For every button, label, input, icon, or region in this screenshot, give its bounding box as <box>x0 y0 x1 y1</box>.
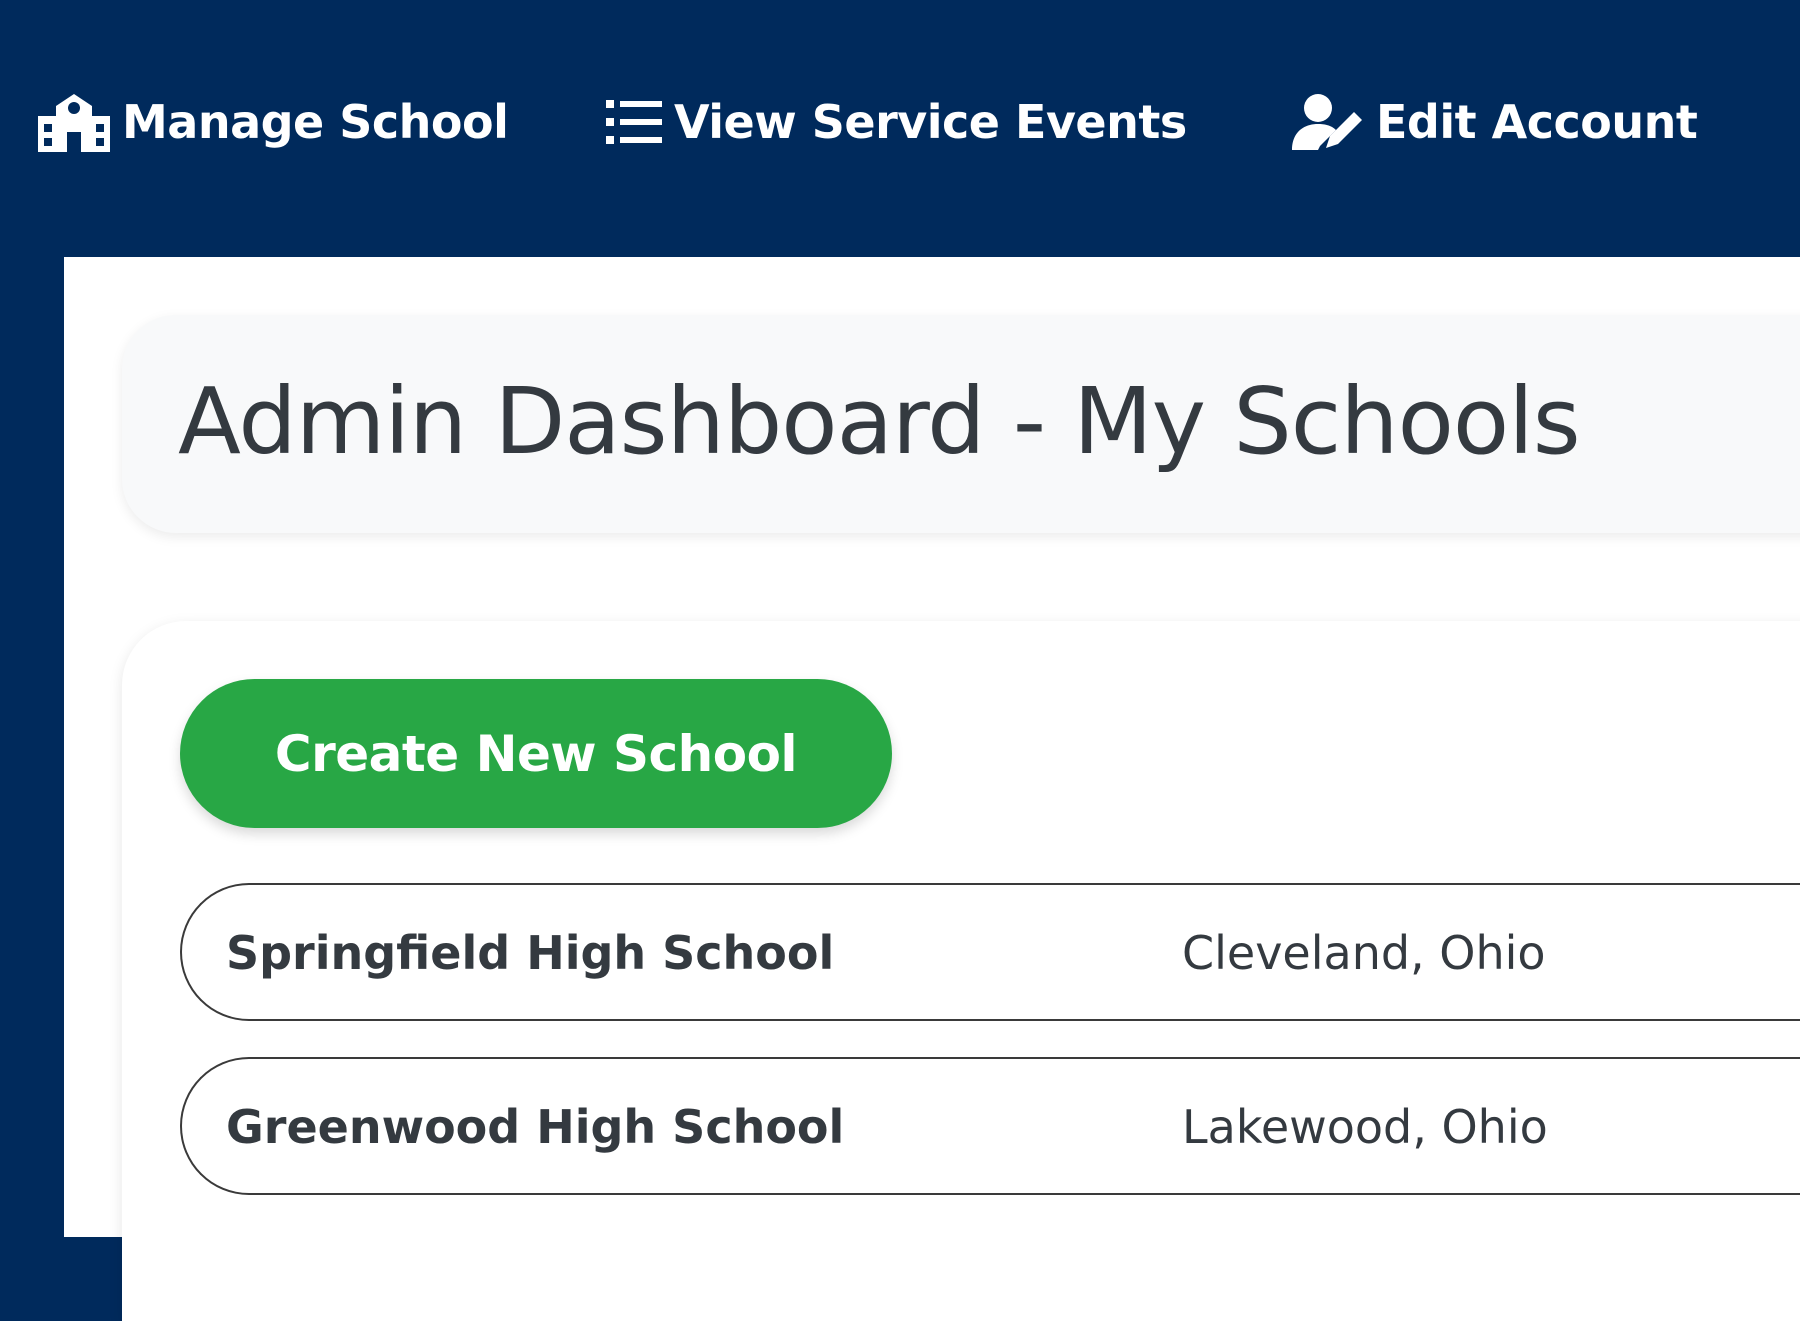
school-location: Lakewood, Ohio <box>1182 1100 1548 1154</box>
nav-edit-account-label: Edit Account <box>1376 95 1698 149</box>
page-title: Admin Dashboard - My Schools <box>178 368 1581 475</box>
schools-card: Create New School Springfield High Schoo… <box>122 621 1800 1321</box>
nav-manage-school[interactable]: Manage School <box>36 90 509 154</box>
school-icon <box>36 92 112 152</box>
create-new-school-button[interactable]: Create New School <box>180 679 892 828</box>
nav-manage-school-label: Manage School <box>122 95 509 149</box>
nav-edit-account[interactable]: Edit Account <box>1290 90 1698 154</box>
list-item[interactable]: Greenwood High School Lakewood, Ohio <box>180 1057 1800 1195</box>
top-navigation: Manage School View Service Events Edit A… <box>0 0 1800 257</box>
main-panel: Admin Dashboard - My Schools Create New … <box>64 257 1800 1321</box>
list-item[interactable]: Springfield High School Cleveland, Ohio <box>180 883 1800 1021</box>
user-edit-icon <box>1290 92 1366 152</box>
nav-view-service-events-label: View Service Events <box>674 95 1187 149</box>
school-location: Cleveland, Ohio <box>1182 926 1546 980</box>
school-name: Greenwood High School <box>226 1100 845 1154</box>
nav-view-service-events[interactable]: View Service Events <box>604 90 1187 154</box>
school-name: Springfield High School <box>226 926 835 980</box>
page-header-card: Admin Dashboard - My Schools <box>122 315 1800 533</box>
list-icon <box>604 96 664 148</box>
